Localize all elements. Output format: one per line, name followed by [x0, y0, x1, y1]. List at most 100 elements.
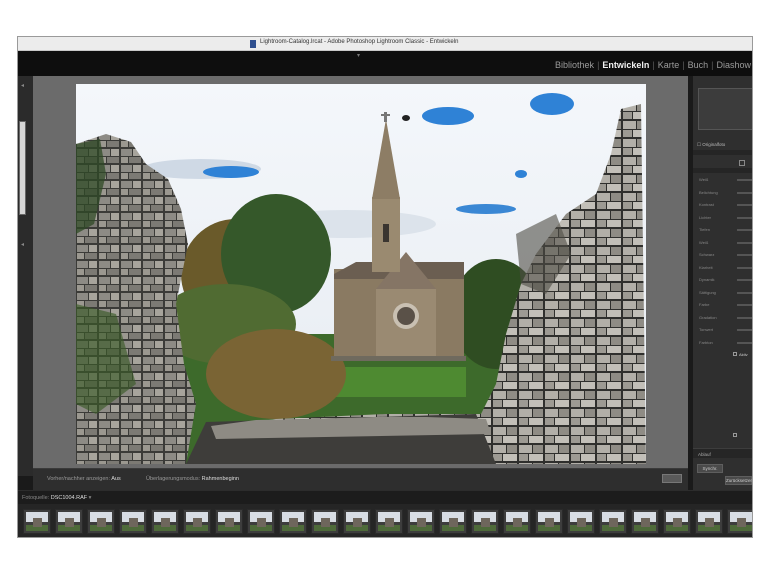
- filmstrip-thumbnail[interactable]: [439, 509, 467, 534]
- filmstrip-thumbnail[interactable]: [567, 509, 595, 534]
- panel-divider: [693, 168, 752, 173]
- histogram[interactable]: [698, 88, 752, 130]
- adjustment-slider[interactable]: [737, 229, 752, 231]
- image-canvas[interactable]: [33, 76, 688, 468]
- left-panel-expand-icon[interactable]: ◂: [21, 241, 24, 248]
- adjustment-slider[interactable]: [737, 241, 752, 244]
- thumbnail-detail: [481, 518, 490, 527]
- checkbox-label: Aktiv: [739, 352, 748, 357]
- adjustment-slider[interactable]: [737, 304, 752, 306]
- slider-label: Klarheit: [699, 264, 713, 270]
- filmstrip-thumbnail[interactable]: [503, 509, 531, 534]
- sync-button[interactable]: Synchr.: [697, 464, 723, 473]
- module-separator: |: [711, 60, 714, 70]
- before-after-control[interactable]: Vorher/nachher anzeigen: Aus: [47, 476, 121, 482]
- adjustment-slider[interactable]: [737, 254, 752, 256]
- adjustment-slider[interactable]: [737, 316, 752, 319]
- filmstrip-thumbnail[interactable]: [279, 509, 307, 534]
- filmstrip-thumbnail[interactable]: [407, 509, 435, 534]
- navigator-preview[interactable]: [19, 121, 26, 215]
- adjustment-slider[interactable]: [737, 204, 752, 206]
- module-picker: Bibliothek | Entwickeln | Karte | Buch | Diashow: [554, 60, 752, 70]
- thumbnail-detail: [417, 518, 426, 527]
- slider-label: Weiß: [699, 239, 709, 245]
- filmstrip-folder[interactable]: DSC1004.RAF: [51, 495, 87, 501]
- collapse-handle-icon[interactable]: ▾: [357, 52, 360, 59]
- profile-checkbox[interactable]: [733, 352, 737, 356]
- filmstrip-thumbnail[interactable]: [311, 509, 339, 534]
- filmstrip-thumbnail[interactable]: [599, 509, 627, 534]
- filmstrip-thumbnail[interactable]: [471, 509, 499, 534]
- filmstrip-thumbnail[interactable]: [23, 509, 51, 534]
- original-photo-toggle[interactable]: ☐ Originalfoto: [697, 142, 725, 148]
- left-panel-collapsed: ◂ ◂: [18, 76, 33, 476]
- filmstrip-thumbnail[interactable]: [375, 509, 403, 534]
- module-diashow[interactable]: Diashow: [716, 60, 751, 70]
- filmstrip-thumbnail[interactable]: [631, 509, 659, 534]
- overlay-value[interactable]: Rahmenbeginn: [202, 476, 239, 482]
- left-panel-toggle-icon[interactable]: ◂: [21, 82, 24, 89]
- filmstrip: [18, 504, 752, 537]
- slider-label: Farbe: [699, 302, 710, 307]
- filmstrip-thumbnail[interactable]: [151, 509, 179, 534]
- document-icon: [250, 40, 256, 48]
- thumbnail-detail: [225, 518, 234, 527]
- thumbnail-detail: [577, 518, 586, 527]
- slider-label: Dynamik: [699, 277, 715, 282]
- adjustment-slider[interactable]: [737, 329, 752, 331]
- auto-checkbox[interactable]: [733, 433, 737, 437]
- reset-button[interactable]: Zurücksetzen: [725, 476, 752, 485]
- thumbnail-detail: [705, 518, 714, 527]
- thumbnail-detail: [97, 518, 106, 527]
- before-after-value[interactable]: Aus: [111, 476, 120, 482]
- adjustment-slider[interactable]: [737, 341, 752, 344]
- filmstrip-thumbnail[interactable]: [727, 509, 752, 534]
- overlay-control[interactable]: Überlagerungsmodus: Rahmenbeginn: [146, 476, 239, 482]
- module-buch[interactable]: Buch: [688, 60, 709, 70]
- filmstrip-source[interactable]: Fotoquelle: DSC1004.RAF ▾: [22, 495, 91, 501]
- filmstrip-thumbnail[interactable]: [119, 509, 147, 534]
- eyedropper-icon[interactable]: [739, 160, 745, 166]
- filmstrip-thumbnail[interactable]: [663, 509, 691, 534]
- filmstrip-thumbnail[interactable]: [343, 509, 371, 534]
- filmstrip-source-label: Fotoquelle:: [22, 495, 50, 501]
- filmstrip-thumbnail[interactable]: [535, 509, 563, 534]
- adjustment-slider[interactable]: [737, 179, 752, 181]
- module-separator: |: [652, 60, 655, 70]
- module-entwickeln[interactable]: Entwickeln: [602, 60, 649, 70]
- slider-label: Weiß: [699, 177, 709, 182]
- filmstrip-thumbnail[interactable]: [215, 509, 243, 534]
- module-separator: |: [682, 60, 685, 70]
- title-bar: Lightroom-Catalog.lrcat - Adobe Photosho…: [18, 37, 752, 51]
- slider-label: Sättigung: [699, 289, 716, 295]
- lightroom-window: Lightroom-Catalog.lrcat - Adobe Photosho…: [17, 36, 753, 538]
- photo-church-ruins[interactable]: [76, 84, 646, 464]
- adjustment-slider[interactable]: [737, 191, 752, 194]
- slider-label: Belichtung: [699, 189, 718, 195]
- panel-header[interactable]: Ablauf: [693, 448, 752, 458]
- thumbnail-detail: [65, 518, 74, 527]
- thumbnail-detail: [545, 518, 554, 527]
- filmstrip-thumbnail[interactable]: [695, 509, 723, 534]
- module-separator: |: [597, 60, 600, 70]
- module-karte[interactable]: Karte: [658, 60, 680, 70]
- adjustment-slider[interactable]: [737, 291, 752, 294]
- module-bibliothek[interactable]: Bibliothek: [555, 60, 594, 70]
- thumbnail-detail: [33, 518, 42, 527]
- filmstrip-thumbnail[interactable]: [87, 509, 115, 534]
- slider-label: Farbton: [699, 339, 713, 345]
- slider-label: Tiefen: [699, 227, 710, 232]
- toolbar-options-button[interactable]: [662, 474, 682, 483]
- thumbnail-detail: [673, 518, 682, 527]
- filmstrip-thumbnail[interactable]: [183, 509, 211, 534]
- overlay-label: Überlagerungsmodus:: [146, 476, 201, 482]
- adjustment-slider[interactable]: [737, 266, 752, 269]
- adjustment-slider[interactable]: [737, 216, 752, 219]
- before-after-label: Vorher/nachher anzeigen:: [47, 476, 110, 482]
- develop-right-panel: ☐ Originalfoto Weiß Belichtung Kontrast Lic…: [693, 76, 752, 490]
- filmstrip-thumbnail[interactable]: [247, 509, 275, 534]
- filmstrip-thumbnail[interactable]: [55, 509, 83, 534]
- thumbnail-detail: [129, 518, 138, 527]
- adjustment-slider[interactable]: [737, 279, 752, 281]
- view-toolbar: Vorher/nachher anzeigen: Aus Überlagerun…: [33, 468, 688, 490]
